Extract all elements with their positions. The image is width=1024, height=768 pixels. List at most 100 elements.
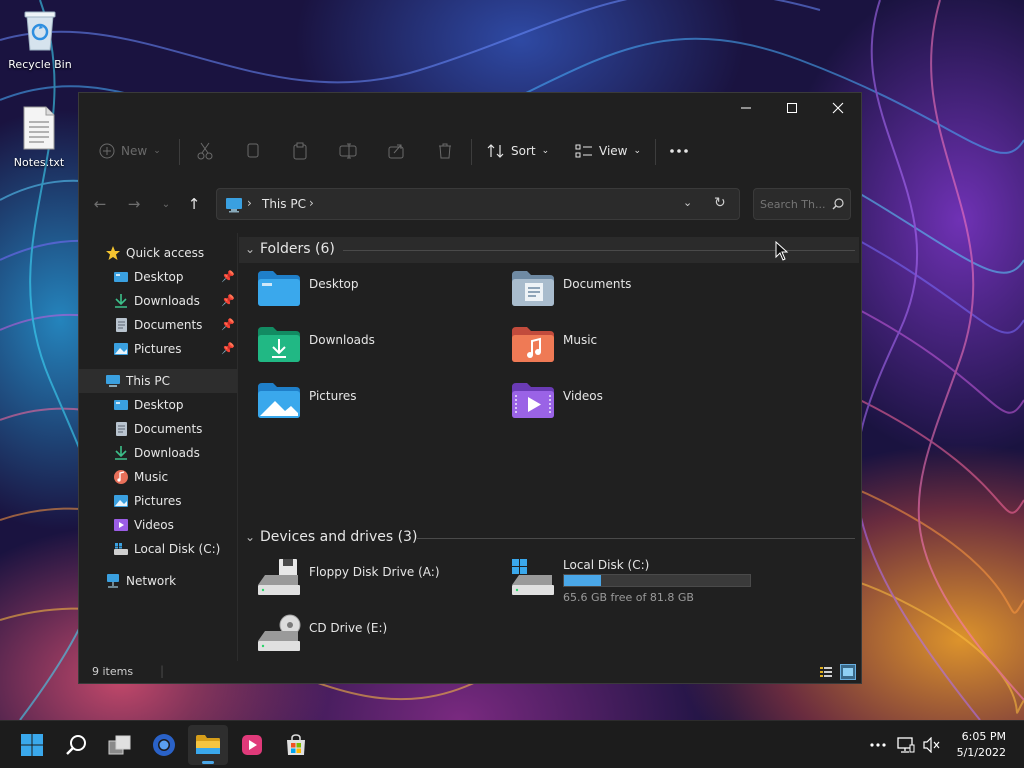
content-pane: ⌄ Folders (6) Desktop Documents Download… [239,233,859,661]
share-button[interactable] [387,129,405,173]
file-explorer-button[interactable] [188,725,228,765]
search-box[interactable] [753,188,851,220]
sort-icon [487,144,504,158]
delete-button[interactable] [436,129,454,173]
copy-button[interactable] [244,129,262,173]
desktop-icon-recycle-bin[interactable]: Recycle Bin [5,8,75,71]
folder-tile-desktop[interactable]: Desktop [257,269,497,313]
folder-tile-music[interactable]: Music [511,325,751,369]
nav-item-pc-local-disk[interactable]: Local Disk (C:) [79,537,237,561]
recent-locations-button[interactable]: ⌄ [151,189,181,219]
disk-free-text: 65.6 GB free of 81.8 GB [563,591,694,604]
paste-button[interactable] [291,129,309,173]
view-button[interactable]: View ⌄ [575,129,641,173]
address-bar[interactable]: › This PC › ⌄ ↻ [216,188,740,220]
nav-item-pc-music[interactable]: Music [79,465,237,489]
nav-item-pc-videos[interactable]: Videos [79,513,237,537]
new-icon [99,143,115,159]
title-bar[interactable] [79,93,861,123]
pane-divider[interactable] [237,233,238,661]
nav-item-pc-pictures[interactable]: Pictures [79,489,237,513]
star-icon [106,246,120,260]
drive-tile-cd[interactable]: CD Drive (E:) [257,613,497,657]
downloads-folder-icon [258,327,300,362]
nav-item-qa-pictures[interactable]: Pictures 📌 [79,337,237,361]
sort-button[interactable]: Sort ⌄ [487,129,549,173]
nav-item-pc-downloads[interactable]: Downloads [79,441,237,465]
pin-icon: 📌 [221,342,235,355]
more-button[interactable] [669,129,689,173]
folder-tile-pictures[interactable]: Pictures [257,381,497,425]
up-button[interactable]: ↑ [179,189,209,219]
start-button[interactable] [12,725,52,765]
drive-tile-local-disk[interactable]: Local Disk (C:) 65.6 GB free of 81.8 GB [511,557,771,607]
nav-item-label: Documents [134,422,203,436]
pin-icon: 📌 [221,318,235,331]
network-icon [107,574,119,588]
browser-button[interactable] [144,725,184,765]
nav-item-qa-documents[interactable]: Documents 📌 [79,313,237,337]
network-status-icon [897,737,915,753]
back-button[interactable]: ← [85,189,115,219]
rename-icon [339,143,357,159]
nav-item-qa-downloads[interactable]: Downloads 📌 [79,289,237,313]
folder-tile-documents[interactable]: Documents [511,269,751,313]
toolbar-separator [179,139,180,165]
nav-item-label: Desktop [134,398,184,412]
search-input[interactable] [760,196,826,212]
chevron-down-icon: ⌄ [633,146,642,156]
desktop-folder-icon [114,272,128,282]
more-icon [670,149,688,153]
taskbar-search-button[interactable] [56,725,96,765]
search-icon [66,735,86,755]
new-button-label: New [121,144,148,158]
arrow-right-icon: → [127,195,141,213]
disk-usage-fill [564,575,602,586]
address-history-button[interactable]: ⌄ [683,196,692,209]
store-button[interactable] [276,725,316,765]
folder-tile-videos[interactable]: Videos [511,381,751,425]
nav-item-pc-desktop[interactable]: Desktop [79,393,237,417]
taskbar: 6:05 PM 5/1/2022 [0,720,1024,768]
chevron-down-icon: ⌄ [245,242,256,256]
volume-button[interactable] [914,725,950,765]
cut-button[interactable] [196,129,214,173]
drives-group-header[interactable]: ⌄ Devices and drives (3) [239,525,859,551]
nav-item-label: Local Disk (C:) [134,542,221,556]
new-button[interactable]: New ⌄ [99,129,161,173]
nav-item-qa-desktop[interactable]: Desktop 📌 [79,265,237,289]
forward-button[interactable]: → [119,189,149,219]
chevron-down-icon: ⌄ [153,146,161,156]
nav-item-this-pc[interactable]: This PC [79,369,237,393]
maximize-button[interactable] [769,93,815,123]
text-file-icon [4,106,74,153]
close-button[interactable] [815,93,861,123]
details-view-icon[interactable] [819,665,833,679]
paste-icon [293,142,307,160]
documents-icon [116,318,127,332]
share-icon [388,144,404,159]
nav-item-quick-access[interactable]: Quick access [79,241,237,265]
folder-tile-downloads[interactable]: Downloads [257,325,497,369]
nav-item-network[interactable]: Network [79,569,237,593]
refresh-button[interactable]: ↻ [714,195,726,211]
chevron-down-icon: ⌄ [541,146,550,156]
rename-button[interactable] [339,129,357,173]
address-row: ← → ⌄ ↑ › This PC › ⌄ ↻ [79,185,861,223]
breadcrumb-chevron-icon[interactable]: › [309,196,314,210]
nav-item-pc-documents[interactable]: Documents [79,417,237,441]
drive-tile-floppy[interactable]: Floppy Disk Drive (A:) [257,557,497,601]
taskbar-clock[interactable]: 6:05 PM 5/1/2022 [957,729,1006,761]
chevron-down-icon: ⌄ [161,198,171,210]
disk-usage-bar [563,574,751,587]
nav-item-label: Quick access [126,246,205,260]
tiles-view-icon[interactable] [840,664,856,680]
delete-icon [439,143,451,159]
media-player-button[interactable] [232,725,272,765]
minimize-button[interactable] [723,93,769,123]
folders-group-header[interactable]: ⌄ Folders (6) [239,237,859,263]
breadcrumb-this-pc[interactable]: This PC [262,197,306,211]
command-bar: New ⌄ Sort ⌄ View ⌄ [79,129,861,173]
task-view-button[interactable] [100,725,140,765]
desktop-icon-notes[interactable]: Notes.txt [4,106,74,169]
